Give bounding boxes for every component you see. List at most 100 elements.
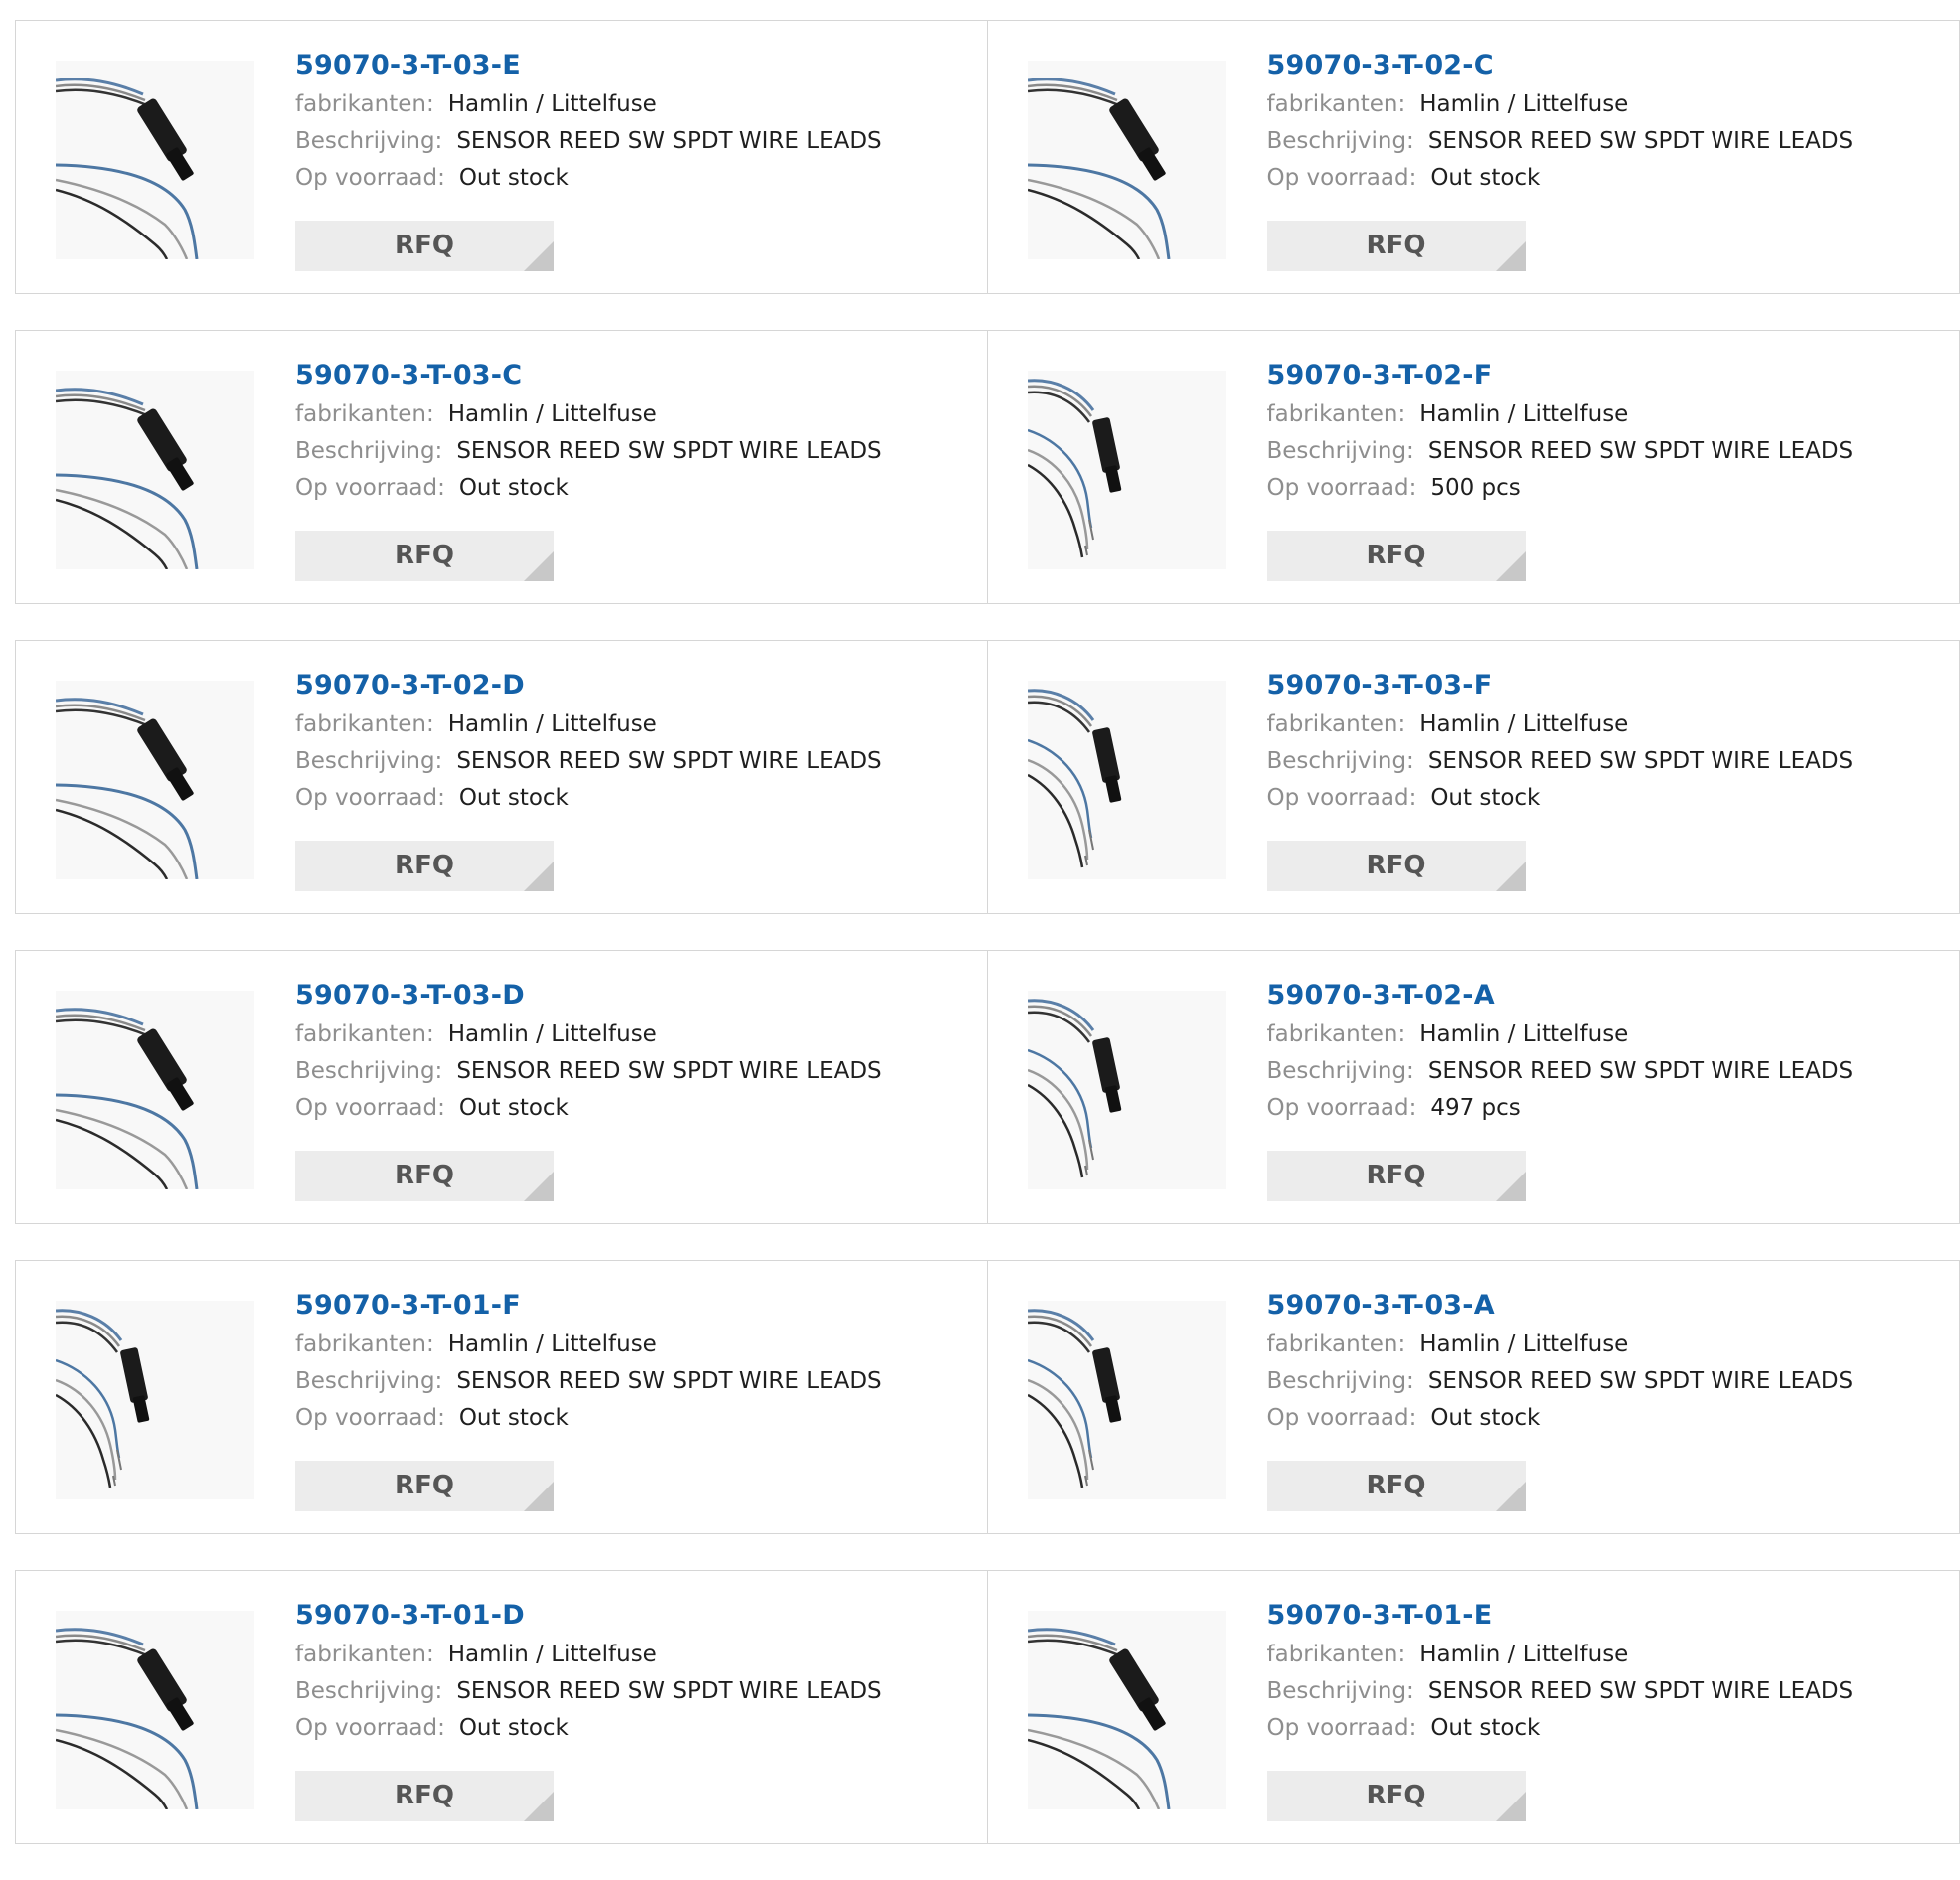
stock-label: Op voorraad:: [295, 1715, 445, 1741]
product-thumbnail[interactable]: [56, 371, 254, 569]
product-card: 59070-3-T-02-F fabrikanten: Hamlin / Litt…: [986, 330, 1960, 604]
manufacturer-line: fabrikanten: Hamlin / Littelfuse: [295, 86, 967, 123]
rfq-button[interactable]: RFQ: [295, 1771, 554, 1821]
product-thumbnail[interactable]: [1027, 1301, 1226, 1499]
part-number-link[interactable]: 59070-3-T-01-E: [1267, 1599, 1939, 1637]
rfq-button-label: RFQ: [395, 851, 454, 880]
part-number-link[interactable]: 59070-3-T-03-F: [1267, 669, 1939, 706]
description-value: SENSOR REED SW SPDT WIRE LEADS: [456, 438, 882, 464]
product-thumbnail[interactable]: [1027, 371, 1226, 569]
manufacturer-label: fabrikanten:: [295, 711, 434, 737]
part-number-link[interactable]: 59070-3-T-02-A: [1267, 979, 1939, 1017]
rfq-button[interactable]: RFQ: [1266, 531, 1526, 581]
corner-triangle-icon: [524, 1172, 554, 1201]
part-number-link[interactable]: 59070-3-T-03-D: [295, 979, 967, 1017]
rfq-button[interactable]: RFQ: [295, 841, 554, 891]
product-thumbnail[interactable]: [56, 1611, 254, 1809]
product-grid: 59070-3-T-03-E fabrikanten: Hamlin / Litt…: [15, 20, 1960, 1880]
product-row: 59070-3-T-01-D fabrikanten: Hamlin / Litt…: [15, 1570, 1960, 1844]
part-number-link[interactable]: 59070-3-T-01-F: [295, 1289, 967, 1327]
sensor-short-leads-photo-icon: [1027, 999, 1121, 1178]
product-row: 59070-3-T-03-D fabrikanten: Hamlin / Litt…: [15, 950, 1960, 1224]
part-number-link[interactable]: 59070-3-T-02-D: [295, 669, 967, 706]
sensor-long-leads-photo-icon: [1027, 1628, 1170, 1809]
rfq-button[interactable]: RFQ: [1266, 1151, 1526, 1201]
rfq-button-label: RFQ: [395, 1471, 454, 1500]
stock-line: Op voorraad: Out stock: [1267, 1400, 1939, 1437]
rfq-button-label: RFQ: [1366, 1161, 1426, 1190]
rfq-button[interactable]: RFQ: [295, 221, 554, 271]
manufacturer-value: Hamlin / Littelfuse: [447, 711, 657, 737]
stock-label: Op voorraad:: [1266, 1405, 1417, 1431]
part-number-link[interactable]: 59070-3-T-03-E: [295, 49, 967, 86]
sensor-long-leads-photo-icon: [56, 1008, 199, 1189]
rfq-button[interactable]: RFQ: [1266, 1771, 1526, 1821]
product-row: 59070-3-T-03-E fabrikanten: Hamlin / Litt…: [15, 20, 1960, 294]
description-label: Beschrijving:: [295, 1058, 443, 1084]
product-card: 59070-3-T-03-D fabrikanten: Hamlin / Litt…: [15, 950, 988, 1224]
description-value: SENSOR REED SW SPDT WIRE LEADS: [1427, 748, 1854, 774]
rfq-button[interactable]: RFQ: [1266, 841, 1526, 891]
stock-value: Out stock: [458, 1095, 569, 1121]
product-card: 59070-3-T-03-E fabrikanten: Hamlin / Litt…: [15, 20, 988, 294]
product-thumbnail[interactable]: [56, 991, 254, 1189]
product-row: 59070-3-T-02-D fabrikanten: Hamlin / Litt…: [15, 640, 1960, 914]
corner-triangle-icon: [524, 241, 554, 271]
stock-value: 500 pcs: [1430, 475, 1521, 501]
stock-label: Op voorraad:: [1266, 1095, 1417, 1121]
sensor-long-leads-photo-icon: [56, 698, 199, 879]
manufacturer-line: fabrikanten: Hamlin / Littelfuse: [295, 1327, 967, 1363]
manufacturer-line: fabrikanten: Hamlin / Littelfuse: [1267, 1017, 1939, 1053]
product-thumbnail[interactable]: [56, 61, 254, 259]
manufacturer-line: fabrikanten: Hamlin / Littelfuse: [1267, 396, 1939, 433]
rfq-button[interactable]: RFQ: [1266, 221, 1526, 271]
product-thumbnail[interactable]: [1027, 681, 1226, 879]
product-thumbnail[interactable]: [56, 1301, 254, 1499]
manufacturer-value: Hamlin / Littelfuse: [447, 91, 657, 117]
stock-value: 497 pcs: [1430, 1095, 1521, 1121]
product-thumbnail[interactable]: [56, 681, 254, 879]
stock-line: Op voorraad: Out stock: [1267, 1710, 1939, 1747]
product-card: 59070-3-T-03-F fabrikanten: Hamlin / Litt…: [986, 640, 1960, 914]
manufacturer-label: fabrikanten:: [295, 1021, 434, 1047]
manufacturer-line: fabrikanten: Hamlin / Littelfuse: [1267, 1637, 1939, 1673]
product-thumbnail[interactable]: [1027, 61, 1226, 259]
part-number-link[interactable]: 59070-3-T-03-C: [295, 359, 967, 396]
part-number-link[interactable]: 59070-3-T-02-F: [1267, 359, 1939, 396]
product-thumbnail[interactable]: [1027, 991, 1226, 1189]
rfq-button[interactable]: RFQ: [295, 1461, 554, 1511]
description-line: Beschrijving: SENSOR REED SW SPDT WIRE LE…: [1267, 1673, 1939, 1710]
stock-line: Op voorraad: 497 pcs: [1267, 1090, 1939, 1127]
rfq-button[interactable]: RFQ: [295, 1151, 554, 1201]
corner-triangle-icon: [524, 551, 554, 581]
manufacturer-line: fabrikanten: Hamlin / Littelfuse: [1267, 86, 1939, 123]
product-card: 59070-3-T-01-D fabrikanten: Hamlin / Litt…: [15, 1570, 988, 1844]
part-number-link[interactable]: 59070-3-T-01-D: [295, 1599, 967, 1637]
stock-line: Op voorraad: Out stock: [295, 160, 967, 197]
part-number-link[interactable]: 59070-3-T-03-A: [1267, 1289, 1939, 1327]
description-value: SENSOR REED SW SPDT WIRE LEADS: [456, 1058, 882, 1084]
manufacturer-value: Hamlin / Littelfuse: [447, 1332, 657, 1357]
description-line: Beschrijving: SENSOR REED SW SPDT WIRE LE…: [295, 1053, 967, 1090]
manufacturer-label: fabrikanten:: [1266, 1332, 1406, 1357]
stock-label: Op voorraad:: [295, 1095, 445, 1121]
stock-label: Op voorraad:: [1266, 785, 1417, 811]
part-number-link[interactable]: 59070-3-T-02-C: [1267, 49, 1939, 86]
rfq-button-label: RFQ: [395, 1781, 454, 1810]
description-line: Beschrijving: SENSOR REED SW SPDT WIRE LE…: [1267, 1363, 1939, 1400]
rfq-button[interactable]: RFQ: [295, 531, 554, 581]
stock-line: Op voorraad: Out stock: [1267, 160, 1939, 197]
product-card: 59070-3-T-01-E fabrikanten: Hamlin / Litt…: [986, 1570, 1960, 1844]
stock-value: Out stock: [1430, 165, 1541, 191]
manufacturer-label: fabrikanten:: [1266, 1021, 1406, 1047]
sensor-long-leads-photo-icon: [1027, 78, 1170, 259]
manufacturer-line: fabrikanten: Hamlin / Littelfuse: [1267, 706, 1939, 743]
manufacturer-line: fabrikanten: Hamlin / Littelfuse: [295, 396, 967, 433]
description-line: Beschrijving: SENSOR REED SW SPDT WIRE LE…: [295, 1673, 967, 1710]
manufacturer-value: Hamlin / Littelfuse: [1419, 1642, 1629, 1667]
stock-line: Op voorraad: Out stock: [295, 780, 967, 817]
product-thumbnail[interactable]: [1027, 1611, 1226, 1809]
rfq-button[interactable]: RFQ: [1266, 1461, 1526, 1511]
description-value: SENSOR REED SW SPDT WIRE LEADS: [1427, 1368, 1854, 1394]
description-label: Beschrijving:: [1266, 1368, 1414, 1394]
